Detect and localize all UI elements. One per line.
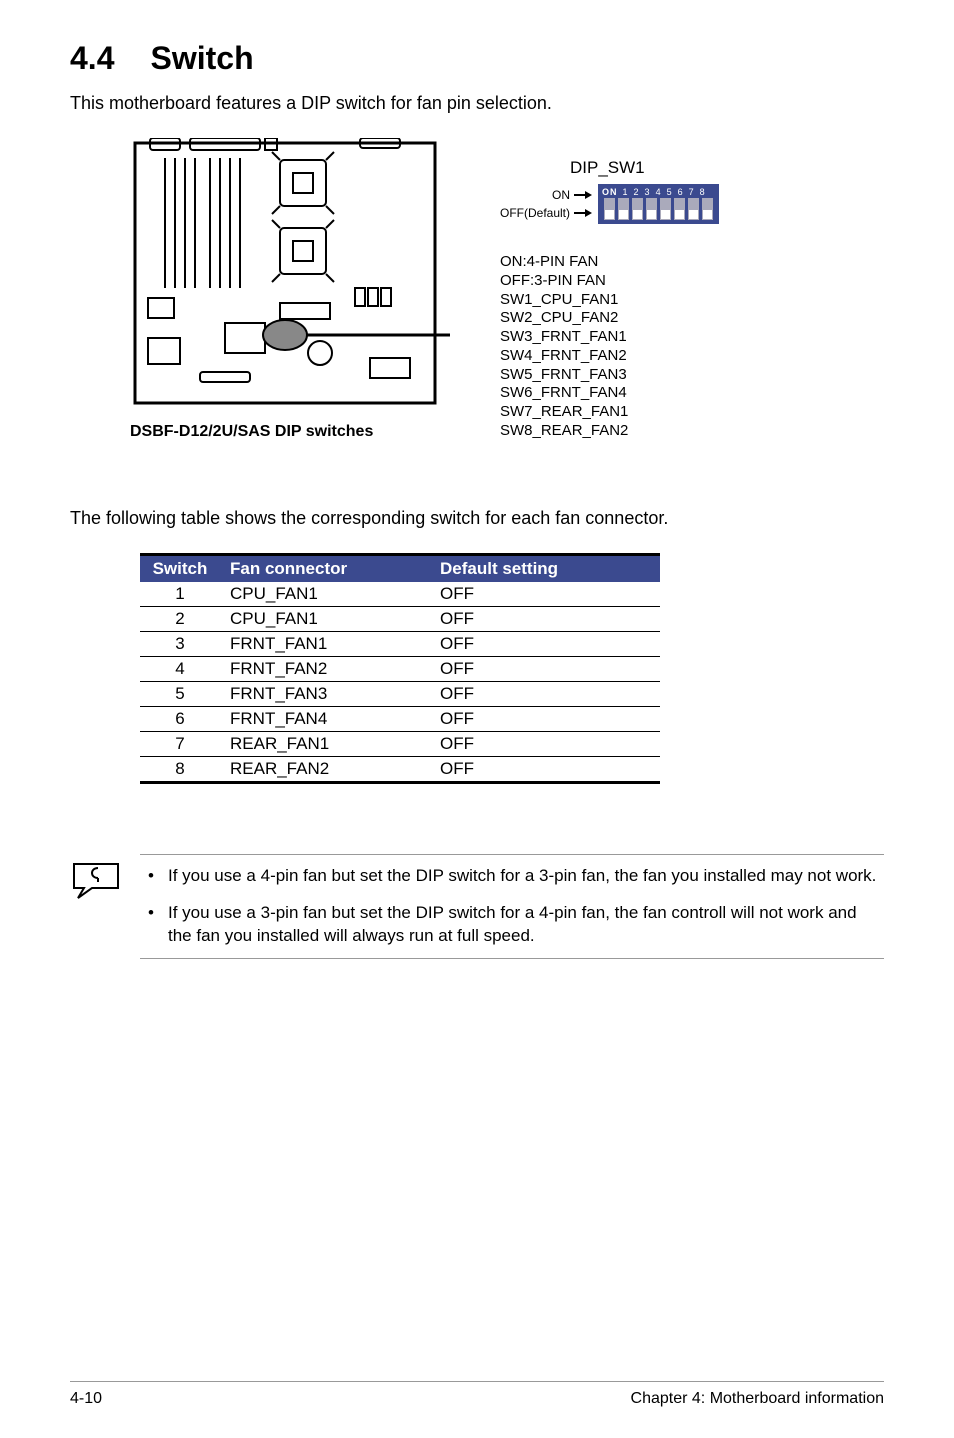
dip-state-labels: ON OFF(Default)	[500, 186, 592, 222]
arrow-right-icon	[574, 190, 592, 200]
cell-fan: FRNT_FAN3	[220, 682, 430, 707]
table-row: 7REAR_FAN1OFF	[140, 732, 660, 757]
table-row: 1CPU_FAN1OFF	[140, 582, 660, 607]
cell-switch: 7	[140, 732, 220, 757]
note-icon	[70, 860, 126, 900]
off-label: OFF(Default)	[500, 206, 570, 220]
dip-on-text: ON	[602, 187, 618, 197]
legend-line: SW8_REAR_FAN2	[500, 422, 628, 441]
dip-switch-block: DIP_SW1 ON OFF(Default) ON 12345678	[500, 158, 800, 224]
section-number: 4.4	[70, 40, 114, 76]
dip-switch-toggle	[632, 198, 643, 220]
cell-fan: REAR_FAN1	[220, 732, 430, 757]
cell-fan: CPU_FAN1	[220, 582, 430, 607]
fan-switch-table: Switch Fan connector Default setting 1CP…	[140, 553, 660, 784]
page-footer: 4-10 Chapter 4: Motherboard information	[70, 1381, 884, 1408]
dip-num: 1	[623, 187, 634, 197]
arrow-right-icon	[574, 208, 592, 218]
chapter-label: Chapter 4: Motherboard information	[631, 1390, 884, 1408]
legend-line: SW7_REAR_FAN1	[500, 403, 628, 422]
dip-switch-toggle	[674, 198, 685, 220]
col-default: Default setting	[430, 555, 660, 583]
diagram-caption: DSBF-D12/2U/SAS DIP switches	[130, 423, 373, 441]
dip-num: 7	[689, 187, 700, 197]
page-number: 4-10	[70, 1390, 102, 1408]
table-row: 3FRNT_FAN1OFF	[140, 632, 660, 657]
cell-switch: 2	[140, 607, 220, 632]
col-switch: Switch	[140, 555, 220, 583]
col-fan-connector: Fan connector	[220, 555, 430, 583]
note-item: If you use a 3-pin fan but set the DIP s…	[140, 902, 884, 948]
legend-line: SW4_FRNT_FAN2	[500, 347, 628, 366]
cell-switch: 1	[140, 582, 220, 607]
dip-legend: ON:4-PIN FAN OFF:3-PIN FAN SW1_CPU_FAN1 …	[500, 253, 628, 441]
dip-switch-toggle	[604, 198, 615, 220]
motherboard-outline	[130, 138, 450, 418]
cell-default: OFF	[430, 732, 660, 757]
dip-location-marker	[263, 320, 450, 350]
legend-line: SW5_FRNT_FAN3	[500, 366, 628, 385]
legend-line: SW2_CPU_FAN2	[500, 309, 628, 328]
legend-line: SW3_FRNT_FAN1	[500, 328, 628, 347]
cell-switch: 6	[140, 707, 220, 732]
cell-switch: 5	[140, 682, 220, 707]
dip-num: 8	[700, 187, 711, 197]
cell-default: OFF	[430, 682, 660, 707]
dip-title: DIP_SW1	[570, 158, 800, 178]
cell-fan: FRNT_FAN1	[220, 632, 430, 657]
dip-switch-diagram: DIP_SW1 ON OFF(Default) ON 12345678	[130, 138, 884, 478]
section-heading: 4.4 Switch	[70, 40, 884, 77]
intro-text: This motherboard features a DIP switch f…	[70, 93, 884, 114]
dip-switch-toggle	[618, 198, 629, 220]
dip-switch-toggle	[660, 198, 671, 220]
cell-fan: CPU_FAN1	[220, 607, 430, 632]
dip-num: 2	[634, 187, 645, 197]
cell-switch: 8	[140, 757, 220, 783]
dip-num: 5	[667, 187, 678, 197]
dip-num: 6	[678, 187, 689, 197]
table-row: 5FRNT_FAN3OFF	[140, 682, 660, 707]
cell-default: OFF	[430, 607, 660, 632]
table-row: 6FRNT_FAN4OFF	[140, 707, 660, 732]
cell-switch: 4	[140, 657, 220, 682]
cell-fan: REAR_FAN2	[220, 757, 430, 783]
note-item: If you use a 4-pin fan but set the DIP s…	[140, 865, 884, 888]
dip-num: 3	[645, 187, 656, 197]
table-row: 2CPU_FAN1OFF	[140, 607, 660, 632]
section-title: Switch	[150, 40, 253, 76]
legend-line: OFF:3-PIN FAN	[500, 272, 628, 291]
cell-default: OFF	[430, 757, 660, 783]
legend-line: ON:4-PIN FAN	[500, 253, 628, 272]
legend-line: SW6_FRNT_FAN4	[500, 384, 628, 403]
dip-switch-graphic: ON 12345678	[598, 184, 719, 224]
table-intro-text: The following table shows the correspond…	[70, 508, 884, 529]
on-label: ON	[552, 188, 570, 202]
cell-default: OFF	[430, 632, 660, 657]
cell-fan: FRNT_FAN4	[220, 707, 430, 732]
dip-switch-toggle	[646, 198, 657, 220]
dip-num: 4	[656, 187, 667, 197]
legend-line: SW1_CPU_FAN1	[500, 291, 628, 310]
cell-default: OFF	[430, 707, 660, 732]
divider	[140, 958, 884, 959]
cell-switch: 3	[140, 632, 220, 657]
dip-switch-toggle	[702, 198, 713, 220]
notes-section: If you use a 4-pin fan but set the DIP s…	[70, 854, 884, 959]
dip-switch-toggle	[688, 198, 699, 220]
cell-default: OFF	[430, 657, 660, 682]
table-row: 8REAR_FAN2OFF	[140, 757, 660, 783]
cell-fan: FRNT_FAN2	[220, 657, 430, 682]
cell-default: OFF	[430, 582, 660, 607]
table-row: 4FRNT_FAN2OFF	[140, 657, 660, 682]
